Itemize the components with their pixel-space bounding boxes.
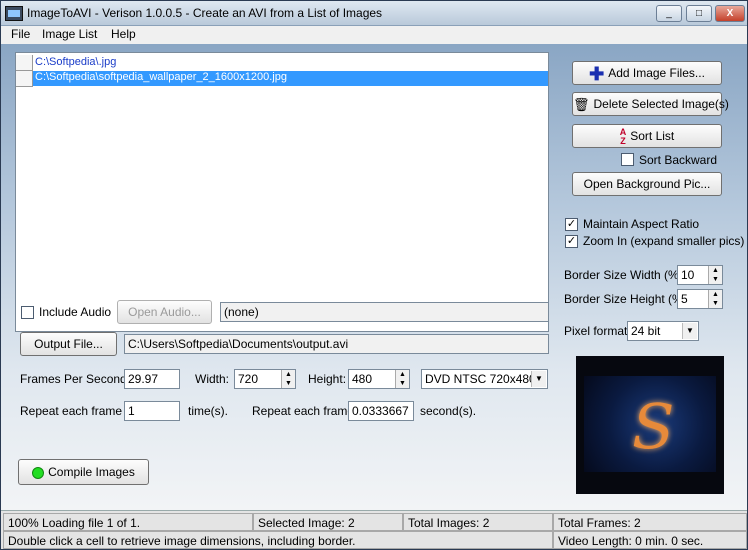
table-row[interactable]: C:\Softpedia\softpedia_wallpaper_2_1600x…	[16, 71, 548, 87]
image-path-cell[interactable]: C:\Softpedia\.jpg	[35, 56, 116, 68]
image-list-grid[interactable]: C:\Softpedia\.jpg C:\Softpedia\softpedia…	[15, 52, 549, 332]
video-length-status: Video Length: 0 min. 0 sec.	[553, 531, 747, 549]
close-button[interactable]: X	[715, 5, 745, 22]
window-title: ImageToAVI - Verison 1.0.0.5 - Create an…	[27, 6, 383, 20]
include-audio-checkbox[interactable]	[21, 306, 34, 319]
border-width-spinner[interactable]: ▲ ▼	[708, 266, 722, 284]
sort-backward-label: Sort Backward	[639, 153, 718, 167]
maximize-button[interactable]: □	[686, 5, 712, 22]
sort-list-button[interactable]: A Z Sort List	[572, 124, 722, 148]
maintain-aspect-label: Maintain Aspect Ratio	[583, 217, 700, 231]
open-audio-button[interactable]: Open Audio...	[117, 300, 212, 324]
title-bar[interactable]: ImageToAVI - Verison 1.0.0.5 - Create an…	[1, 1, 747, 26]
width-value: 720	[238, 372, 259, 386]
pixel-format-label: Pixel format:	[564, 324, 631, 338]
times-label: time(s).	[188, 404, 228, 418]
menu-file[interactable]: File	[11, 27, 30, 41]
image-path-cell[interactable]: C:\Softpedia\softpedia_wallpaper_2_1600x…	[33, 71, 548, 86]
trash-icon: 🗑	[573, 96, 590, 112]
row-header[interactable]	[16, 71, 33, 87]
repeat-frame-label: Repeat each frame	[20, 404, 123, 418]
border-width-label: Border Size Width (%):	[564, 268, 687, 282]
video-preset-value: DVD NTSC 720x480	[425, 372, 536, 386]
menu-bar: File Image List Help	[1, 26, 747, 44]
border-height-label: Border Size Height (%):	[564, 292, 691, 306]
border-height-value: 5	[681, 292, 688, 306]
border-width-value: 10	[681, 268, 695, 282]
loading-status: 100% Loading file 1 of 1.	[3, 513, 253, 531]
table-row[interactable]: C:\Softpedia\.jpg	[16, 55, 548, 71]
app-window: ImageToAVI - Verison 1.0.0.5 - Create an…	[0, 0, 748, 550]
main-panel: C:\Softpedia\.jpg C:\Softpedia\softpedia…	[1, 44, 747, 510]
height-spinner[interactable]: ▲ ▼	[395, 370, 409, 388]
menu-help[interactable]: Help	[111, 27, 136, 41]
hint-status: Double click a cell to retrieve image di…	[3, 531, 553, 549]
film-icon	[5, 6, 23, 21]
zoom-in-checkbox[interactable]: ✓	[565, 235, 578, 248]
border-height-input[interactable]: 5 ▲ ▼	[677, 289, 723, 309]
add-image-files-label: Add Image Files...	[608, 66, 705, 80]
row-header[interactable]	[16, 55, 33, 71]
pixel-format-select[interactable]: 24 bit ▼	[627, 321, 699, 341]
fps-label: Frames Per Second:	[20, 372, 131, 386]
open-background-pic-button[interactable]: Open Background Pic...	[572, 172, 722, 196]
output-path-field[interactable]: C:\Users\Softpedia\Documents\output.avi	[124, 334, 549, 354]
height-label: Height:	[308, 372, 347, 386]
delete-selected-images-button[interactable]: 🗑 Delete Selected Image(s)	[572, 92, 729, 116]
maintain-aspect-checkbox[interactable]: ✓	[565, 218, 578, 231]
seconds-label: second(s).	[420, 404, 477, 418]
preview-picture: S	[584, 376, 716, 472]
green-led-icon	[32, 466, 45, 479]
selected-image-status: Selected Image: 2	[253, 513, 403, 531]
audio-file-field[interactable]: (none)	[220, 302, 549, 322]
width-label: Width:	[195, 372, 230, 386]
chevron-down-icon[interactable]: ▼	[682, 323, 697, 339]
status-bar: 100% Loading file 1 of 1. Selected Image…	[1, 510, 747, 549]
pixel-format-value: 24 bit	[631, 324, 661, 338]
sort-list-label: Sort List	[630, 129, 675, 143]
chevron-down-icon[interactable]: ▼	[531, 371, 546, 387]
sort-az-icon: AZ	[619, 126, 627, 146]
compile-images-label: Compile Images	[48, 465, 135, 479]
repeat-seconds-input[interactable]: 0.0333667	[348, 401, 414, 421]
total-images-status: Total Images: 2	[403, 513, 553, 531]
repeat-each-label: Repeat each frame	[252, 404, 355, 418]
border-height-spinner[interactable]: ▲ ▼	[708, 290, 722, 308]
output-file-button[interactable]: Output File...	[20, 332, 117, 356]
fps-input[interactable]: 29.97	[124, 369, 180, 389]
menu-image-list[interactable]: Image List	[42, 27, 97, 41]
sort-backward-checkbox[interactable]	[621, 153, 634, 166]
add-image-files-button[interactable]: ✚ Add Image Files...	[572, 61, 722, 85]
height-input[interactable]: 480 ▲ ▼	[348, 369, 410, 389]
video-preset-select[interactable]: DVD NTSC 720x480 ▼	[421, 369, 548, 389]
width-spinner[interactable]: ▲ ▼	[281, 370, 295, 388]
total-frames-status: Total Frames: 2	[553, 513, 747, 531]
border-width-input[interactable]: 10 ▲ ▼	[677, 265, 723, 285]
delete-selected-label: Delete Selected Image(s)	[593, 97, 729, 111]
softpedia-logo-image: S	[632, 390, 675, 463]
repeat-count-input[interactable]: 1	[124, 401, 180, 421]
zoom-in-label: Zoom In (expand smaller pics)	[583, 234, 745, 248]
include-audio-label: Include Audio	[39, 305, 112, 319]
compile-images-button[interactable]: Compile Images	[18, 459, 149, 485]
height-value: 480	[352, 372, 373, 386]
width-input[interactable]: 720 ▲ ▼	[234, 369, 296, 389]
image-preview: S	[576, 356, 724, 494]
minimize-button[interactable]: _	[656, 5, 682, 22]
plus-icon: ✚	[589, 63, 605, 84]
